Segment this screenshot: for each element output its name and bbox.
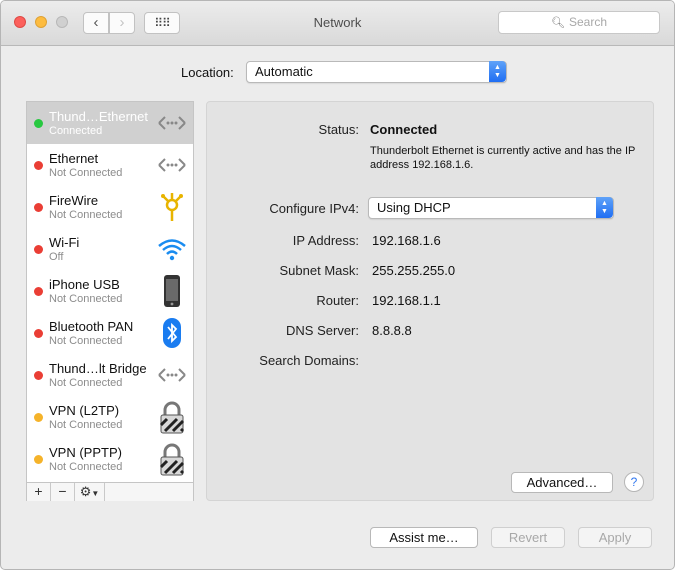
action-menu-button[interactable]: ⚙▼: [75, 483, 105, 501]
configure-ipv4-label: Configure IPv4:: [269, 201, 359, 216]
status-dot: [34, 371, 43, 380]
search-field[interactable]: 🔍︎ Search: [498, 11, 660, 34]
service-item-iphone-usb[interactable]: iPhone USB Not Connected: [27, 270, 193, 312]
service-item-thunderbolt-ethernet[interactable]: Thund…Ethernet Connected: [27, 102, 193, 144]
subnet-mask-value: 255.255.255.0: [372, 263, 456, 278]
vpn-lock-icon: [159, 443, 185, 476]
location-value: Automatic: [255, 64, 313, 79]
service-item-firewire[interactable]: FireWire Not Connected: [27, 186, 193, 228]
status-dot: [34, 161, 43, 170]
service-status: Not Connected: [49, 461, 123, 473]
subnet-mask-label: Subnet Mask:: [279, 263, 360, 278]
gear-icon: ⚙: [79, 484, 92, 499]
remove-service-button[interactable]: −: [51, 483, 75, 501]
revert-button[interactable]: Revert: [491, 527, 565, 548]
search-domains-label: Search Domains:: [259, 353, 359, 368]
service-item-vpn-pptp[interactable]: VPN (PPTP) Not Connected: [27, 438, 193, 480]
service-item-wifi[interactable]: Wi-Fi Off: [27, 228, 193, 270]
service-item-ethernet[interactable]: Ethernet Not Connected: [27, 144, 193, 186]
service-name: VPN (PPTP): [49, 445, 122, 460]
service-item-bluetooth-pan[interactable]: Bluetooth PAN Not Connected: [27, 312, 193, 354]
service-name: FireWire: [49, 193, 99, 208]
router-label: Router:: [316, 293, 359, 308]
service-name: Thund…lt Bridge: [49, 361, 147, 376]
status-value: Connected: [370, 122, 438, 137]
service-name: Ethernet: [49, 151, 99, 166]
service-status: Off: [49, 251, 64, 263]
location-label: Location:: [181, 65, 234, 80]
vpn-lock-icon: [159, 401, 185, 434]
status-description: Thunderbolt Ethernet is currently active…: [370, 145, 636, 171]
service-status: Not Connected: [49, 209, 123, 221]
search-icon: 🔍︎: [551, 17, 565, 29]
location-popup[interactable]: Automatic ▲ ▼: [246, 61, 507, 83]
title-bar: ‹ › ⠿⠿ Network 🔍︎ Search: [1, 1, 674, 46]
service-name: Wi-Fi: [49, 235, 80, 250]
assist-me-button[interactable]: Assist me…: [370, 527, 478, 548]
add-service-button[interactable]: +: [27, 483, 51, 501]
service-name: Thund…Ethernet: [49, 109, 149, 124]
apply-button[interactable]: Apply: [578, 527, 652, 548]
dns-server-label: DNS Server:: [286, 323, 359, 338]
service-status: Not Connected: [49, 335, 123, 347]
help-button[interactable]: ?: [624, 472, 644, 492]
service-status: Not Connected: [49, 377, 123, 389]
service-status: Connected: [49, 125, 103, 137]
service-list: Thund…Ethernet Connected Ethernet Not Co…: [26, 101, 194, 501]
status-dot: [34, 287, 43, 296]
status-dot: [34, 245, 43, 254]
router-value: 192.168.1.1: [372, 293, 441, 308]
service-details-panel: Status: Connected Thunderbolt Ethernet i…: [206, 101, 654, 501]
service-status: Not Connected: [49, 419, 123, 431]
status-dot: [34, 455, 43, 464]
status-label: Status:: [318, 122, 359, 137]
status-dot: [34, 329, 43, 338]
ip-address-label: IP Address:: [292, 233, 359, 248]
dns-server-value: 8.8.8.8: [372, 323, 412, 338]
status-dot: [34, 203, 43, 212]
network-preferences-window: ‹ › ⠿⠿ Network 🔍︎ Search Location: Automa…: [0, 0, 675, 570]
service-name: Bluetooth PAN: [49, 319, 134, 334]
service-item-thunderbolt-bridge[interactable]: Thund…lt Bridge Not Connected: [27, 354, 193, 396]
service-status: Not Connected: [49, 167, 123, 179]
search-placeholder: Search: [568, 15, 607, 29]
ethernet-arrows-icon: [158, 158, 186, 172]
popup-arrows-icon: ▲ ▼: [596, 197, 613, 218]
ip-address-value: 192.168.1.6: [372, 233, 441, 248]
service-list-toolbar: + − ⚙▼: [27, 482, 193, 501]
status-dot: [34, 119, 43, 128]
service-name: VPN (L2TP): [49, 403, 120, 418]
advanced-button[interactable]: Advanced…: [511, 472, 613, 493]
service-status: Not Connected: [49, 293, 123, 305]
configure-ipv4-popup[interactable]: Using DHCP ▲ ▼: [368, 197, 614, 219]
popup-arrows-icon: ▲ ▼: [489, 61, 506, 82]
configure-ipv4-value: Using DHCP: [377, 200, 451, 215]
chevron-down-icon: ▼: [91, 489, 100, 498]
status-dot: [34, 413, 43, 422]
service-item-vpn-l2tp[interactable]: VPN (L2TP) Not Connected: [27, 396, 193, 438]
service-name: iPhone USB: [49, 277, 120, 292]
